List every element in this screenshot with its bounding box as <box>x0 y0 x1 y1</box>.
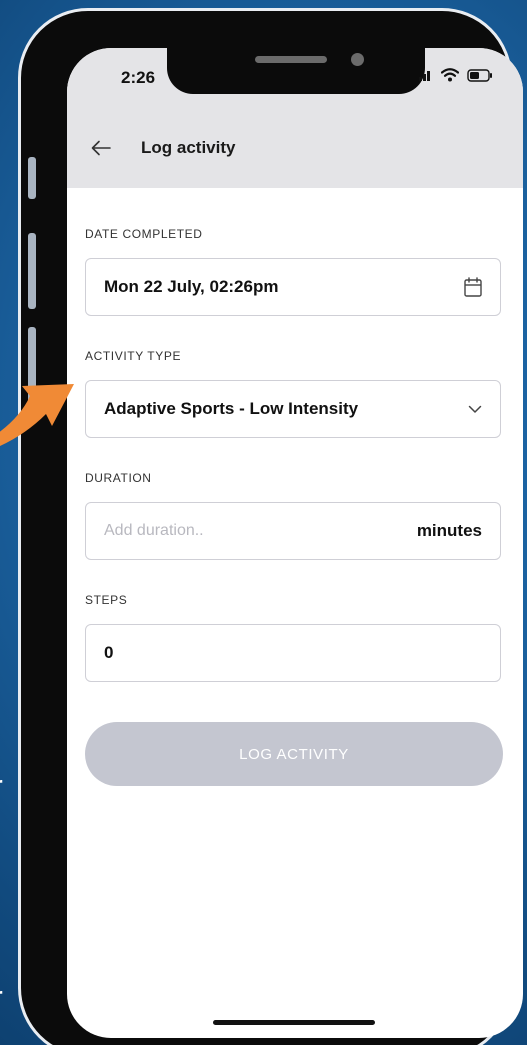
background-text-fragment: r <box>0 774 3 796</box>
activity-type-select[interactable]: Adaptive Sports - Low Intensity <box>85 380 501 438</box>
signal-icon <box>419 71 430 81</box>
arrow-left-icon <box>91 140 111 156</box>
battery-icon <box>467 68 492 82</box>
home-indicator[interactable] <box>213 1020 375 1025</box>
status-icons <box>419 68 493 82</box>
steps-label: STEPS <box>85 593 128 607</box>
background-text-fragment: r <box>0 985 3 1007</box>
phone-notch <box>167 48 425 94</box>
date-completed-value: Mon 22 July, 02:26pm <box>104 277 279 296</box>
duration-input[interactable]: Add duration.. <box>104 522 417 540</box>
app-screen: 2:26 Log activity DATE COMPLETED Mon 22 … <box>67 48 523 1038</box>
page-title: Log activity <box>141 138 236 157</box>
wifi-icon <box>441 68 459 82</box>
activity-type-value: Adaptive Sports - Low Intensity <box>104 399 359 418</box>
duration-label: DURATION <box>85 471 152 485</box>
back-button[interactable] <box>87 134 115 162</box>
speaker-grille <box>255 56 327 63</box>
front-camera <box>351 53 364 66</box>
duration-field[interactable]: Add duration.. minutes <box>85 502 501 560</box>
chevron-down-icon <box>468 405 482 413</box>
duration-unit: minutes <box>416 521 482 540</box>
steps-field[interactable]: 0 <box>85 624 501 682</box>
date-completed-label: DATE COMPLETED <box>85 227 203 241</box>
steps-value[interactable]: 0 <box>104 643 482 663</box>
phone-side-button <box>28 233 36 309</box>
phone-side-button <box>28 157 36 199</box>
status-time: 2:26 <box>121 68 156 87</box>
log-activity-button[interactable]: LOG ACTIVITY <box>85 722 503 786</box>
date-completed-field[interactable]: Mon 22 July, 02:26pm <box>85 258 501 316</box>
phone-frame: 2:26 Log activity DATE COMPLETED Mon 22 … <box>18 8 523 1045</box>
activity-type-label: ACTIVITY TYPE <box>85 349 182 363</box>
pointer-arrow-icon <box>0 384 74 446</box>
calendar-icon[interactable] <box>464 277 482 297</box>
